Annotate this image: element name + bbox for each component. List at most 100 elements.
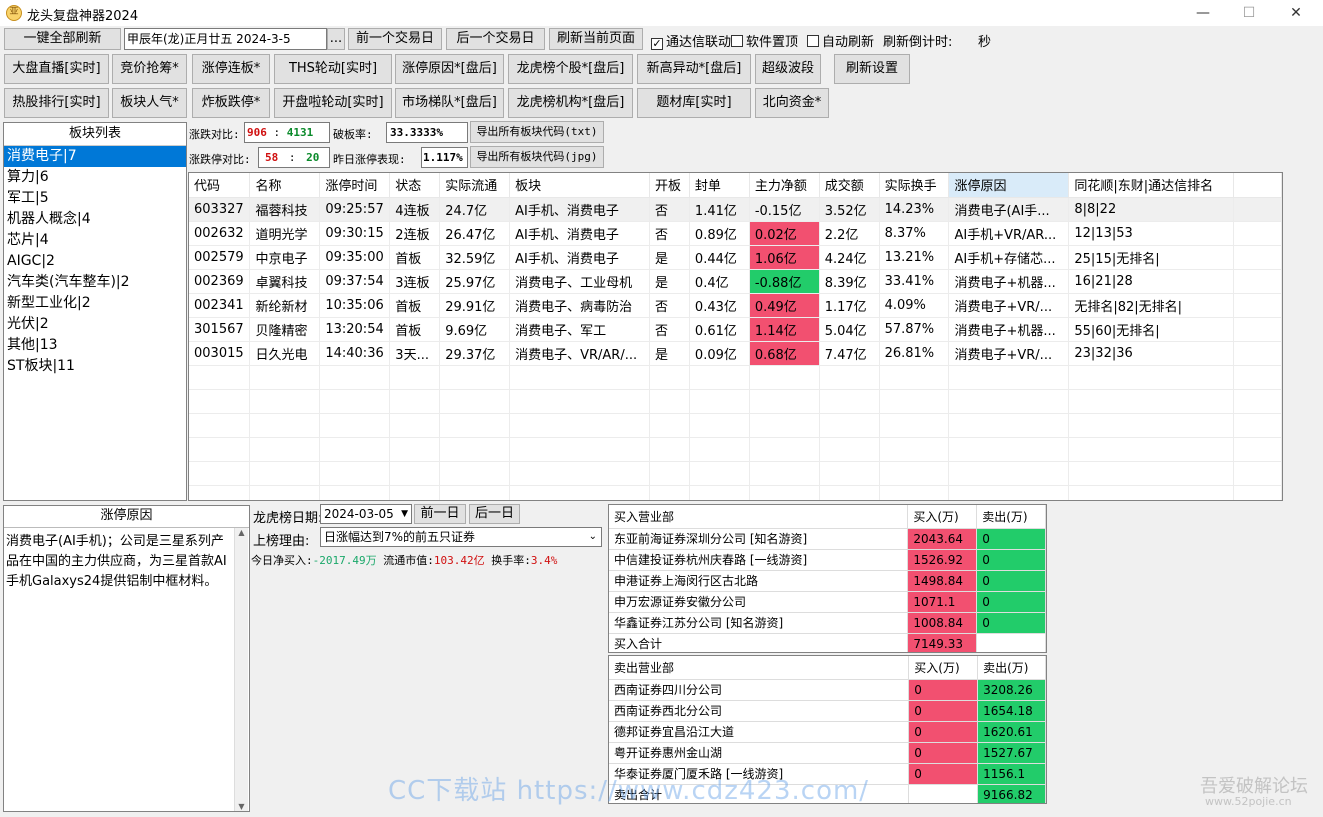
scroll-down-icon[interactable]: ▼ [235, 802, 248, 811]
table-row[interactable]: 002579 中京电子 09:35:00 首板 32.59亿 AI手机、消费电子是 0.44… [189, 245, 1282, 270]
column-header: 买入(万) [907, 505, 978, 529]
checkbox-checked-icon: ✓ [651, 37, 663, 50]
export-jpg-button[interactable]: 导出所有板块代码(jpg) [470, 146, 604, 168]
broker-row[interactable]: 西南证券西北分公司 0 1654.18 [609, 700, 1046, 722]
scroll-up-icon[interactable]: ▲ [235, 528, 248, 537]
table-cell [649, 437, 690, 462]
table-cell [649, 413, 690, 438]
refresh-all-button[interactable]: 一键全部刷新 [4, 28, 121, 50]
column-header[interactable]: 成交额 [819, 173, 880, 198]
sector-list-item[interactable]: 新型工业化|2 [4, 293, 186, 314]
sector-list-item[interactable]: 光伏|2 [4, 314, 186, 335]
column-header[interactable]: 实际换手 [879, 173, 950, 198]
lhb-prev-day-button[interactable]: 前一日 [414, 504, 466, 524]
sector-list-panel: 板块列表 消费电子|7 算力|6 军工|5 机器人概念|4 芯片|4 AIGC|2 汽车类(… [3, 122, 187, 501]
column-header[interactable]: 开板 [649, 173, 690, 198]
nav-button-7[interactable]: 题材库[实时] [637, 88, 751, 118]
pin-top-checkbox[interactable]: 软件置顶 [731, 31, 798, 50]
table-cell: 0.4亿 [689, 269, 750, 294]
sector-list-item[interactable]: 芯片|4 [4, 230, 186, 251]
nav-button-1[interactable]: 大盘直播[实时] [4, 54, 109, 84]
table-cell [1233, 197, 1282, 222]
broker-cell: 申万宏源证券安徽分公司 [609, 591, 909, 613]
table-cell: 09:37:54 [319, 269, 391, 294]
table-row[interactable]: 301567 贝隆精密 13:20:54 首板 9.69亿 消费电子、军工否 0.61亿 1.… [189, 317, 1282, 342]
table-cell: 3连板 [389, 269, 441, 294]
limit-up-table: 代码 名称 涨停时间 状态 实际流通 板块 开板 封单 主力净额 成交额 实际换手 涨停原因 同花顺|东… [189, 173, 1282, 500]
date-picker-button[interactable]: ... [327, 28, 345, 50]
column-header[interactable]: 实际流通 [439, 173, 511, 198]
column-header[interactable]: 涨停原因 [948, 173, 1070, 198]
table-row[interactable]: 002369 卓翼科技 09:37:54 3连板 25.97亿 消费电子、工业母机是 0.4… [189, 269, 1282, 294]
broker-row[interactable]: 华鑫证券江苏分公司 [知名游资] 1008.84 0 [609, 612, 1046, 634]
nav-button-1[interactable]: 热股排行[实时] [4, 88, 109, 118]
minimize-button[interactable]: — [1180, 0, 1226, 26]
sector-list-item[interactable]: 军工|5 [4, 188, 186, 209]
sector-list-item[interactable]: 汽车类(汽车整车)|2 [4, 272, 186, 293]
next-trading-day-button[interactable]: 后一个交易日 [446, 28, 545, 50]
table-cell [439, 389, 511, 414]
table-cell [1233, 245, 1282, 270]
nav-button-9[interactable]: 刷新设置 [834, 54, 910, 84]
sector-list-item[interactable]: 算力|6 [4, 167, 186, 188]
nav-button-7[interactable]: 新高异动*[盘后] [637, 54, 751, 84]
table-cell [1068, 485, 1235, 500]
nav-button-5[interactable]: 涨停原因*[盘后] [395, 54, 504, 84]
updown-sep: : [273, 126, 281, 139]
sector-list-item[interactable]: 其他|13 [4, 335, 186, 356]
nav-button-4[interactable]: 开盘啦轮动[实时] [274, 88, 392, 118]
export-txt-button[interactable]: 导出所有板块代码(txt) [470, 121, 604, 143]
table-row[interactable]: 003015 日久光电 14:40:36 3天... 29.37亿 消费电子、VR/AR/… [189, 341, 1282, 366]
column-header[interactable]: 涨停时间 [319, 173, 391, 198]
table-row[interactable]: 002341 新纶新材 10:35:06 首板 29.91亿 消费电子、病毒防治否 0.43… [189, 293, 1282, 318]
nav-button-8[interactable]: 北向资金* [755, 88, 829, 118]
broker-row[interactable]: 西南证券四川分公司 0 3208.26 [609, 679, 1046, 701]
nav-button-2[interactable]: 竞价抢筹* [112, 54, 187, 84]
broker-row[interactable]: 买入合计 7149.33 [609, 633, 1046, 652]
table-cell [1233, 269, 1282, 294]
limit-up-count: 58 [265, 151, 279, 164]
nav-button-6[interactable]: 龙虎榜个股*[盘后] [508, 54, 633, 84]
nav-button-3[interactable]: 涨停连板* [192, 54, 270, 84]
nav-button-3[interactable]: 炸板跌停* [192, 88, 270, 118]
maximize-button[interactable]: ☐ [1226, 0, 1272, 26]
table-cell [819, 389, 880, 414]
broker-row[interactable]: 粤开证券惠州金山湖 0 1527.67 [609, 742, 1046, 764]
broker-row[interactable]: 德邦证券宜昌沿江大道 0 1620.61 [609, 721, 1046, 743]
sector-list-item[interactable]: 消费电子|7 [4, 146, 186, 167]
nav-button-5[interactable]: 市场梯队*[盘后] [395, 88, 504, 118]
column-header[interactable]: 封单 [689, 173, 750, 198]
nav-button-6[interactable]: 龙虎榜机构*[盘后] [508, 88, 633, 118]
column-header[interactable]: 主力净额 [749, 173, 820, 198]
column-header[interactable]: 状态 [389, 173, 441, 198]
column-header[interactable]: 同花顺|东财|通达信排名 [1068, 173, 1235, 198]
column-header[interactable]: 板块 [509, 173, 650, 198]
table-row[interactable]: 603327 福蓉科技 09:25:57 4连板 24.7亿 AI手机、消费电子否 1.41… [189, 197, 1282, 222]
table-row[interactable]: 002632 道明光学 09:30:15 2连板 26.47亿 AI手机、消费电子否 0.8… [189, 221, 1282, 246]
refresh-page-button[interactable]: 刷新当前页面 [549, 28, 643, 50]
table-cell [1068, 461, 1235, 486]
broker-row[interactable]: 申港证券上海闵行区古北路 1498.84 0 [609, 570, 1046, 592]
sector-list-item[interactable]: ST板块|11 [4, 356, 186, 377]
column-header[interactable]: 名称 [249, 173, 321, 198]
broker-row[interactable]: 申万宏源证券安徽分公司 1071.1 0 [609, 591, 1046, 613]
auto-refresh-checkbox[interactable]: 自动刷新 [807, 31, 874, 50]
reason-scrollbar[interactable]: ▲ ▼ [234, 528, 248, 811]
broker-row[interactable]: 东亚前海证券深圳分公司 [知名游资] 2043.64 0 [609, 528, 1046, 550]
column-header[interactable]: 代码 [189, 173, 251, 198]
table-cell: 是 [649, 269, 690, 294]
close-button[interactable]: ✕ [1273, 0, 1319, 26]
nav-button-2[interactable]: 板块人气* [112, 88, 187, 118]
sector-list-item[interactable]: AIGC|2 [4, 251, 186, 272]
date-field[interactable]: 甲辰年(龙)正月廿五 2024-3-5 [124, 28, 327, 50]
lhb-reason-select[interactable]: 日涨幅达到7%的前五只证券 ⌄ [320, 527, 602, 547]
nav-button-8[interactable]: 超级波段 [755, 54, 821, 84]
table-cell: 2.2亿 [819, 221, 880, 246]
nav-button-4[interactable]: THS轮动[实时] [274, 54, 392, 84]
prev-trading-day-button[interactable]: 前一个交易日 [348, 28, 442, 50]
tdx-link-checkbox[interactable]: ✓ 通达信联动 [651, 31, 731, 50]
sector-list-item[interactable]: 机器人概念|4 [4, 209, 186, 230]
broker-row[interactable]: 中信建投证券杭州庆春路 [一线游资] 1526.92 0 [609, 549, 1046, 571]
lhb-next-day-button[interactable]: 后一日 [469, 504, 520, 524]
lhb-date-select[interactable]: 2024-03-05 ▼ [320, 504, 412, 524]
